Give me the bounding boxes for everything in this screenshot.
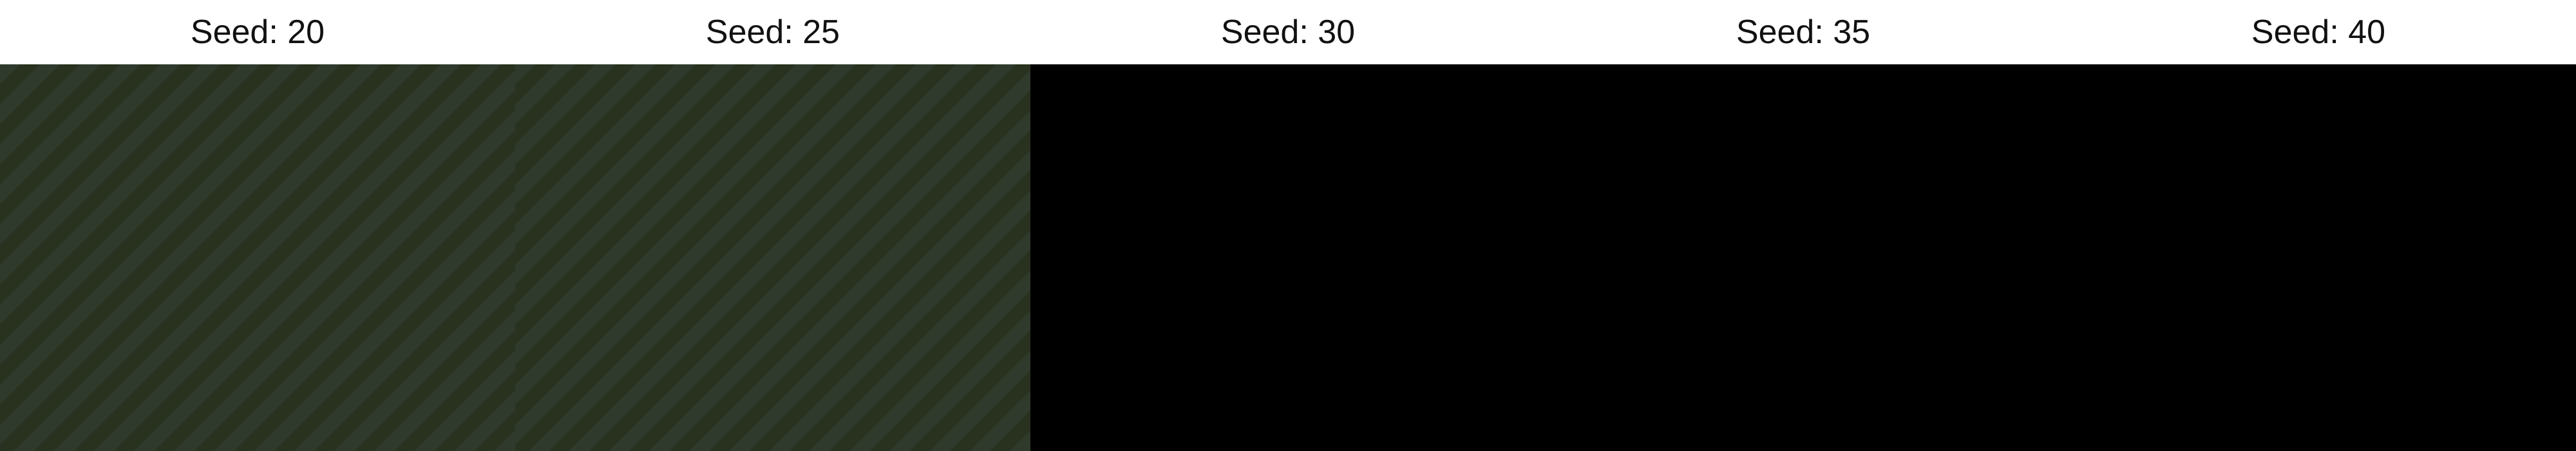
generated-image-black (2061, 64, 2576, 451)
seed-label: Seed: 35 (1546, 0, 2061, 64)
panel-seed-40: Seed: 40 (2061, 0, 2576, 451)
generated-image-black (1546, 64, 2061, 451)
panel-seed-20: Seed: 20 (0, 0, 515, 451)
generated-image-black (1030, 64, 1546, 451)
generated-image-placeholder (515, 64, 1030, 451)
panel-seed-30: Seed: 30 (1030, 0, 1546, 451)
panel-seed-25: Seed: 25 (515, 0, 1030, 451)
seed-label: Seed: 40 (2061, 0, 2576, 64)
seed-comparison-grid: Seed: 20 Seed: 25 Seed: 30 Seed: 35 Seed… (0, 0, 2576, 451)
seed-label: Seed: 20 (0, 0, 515, 64)
seed-label: Seed: 30 (1030, 0, 1546, 64)
panel-seed-35: Seed: 35 (1546, 0, 2061, 451)
generated-image-placeholder (0, 64, 515, 451)
seed-label: Seed: 25 (515, 0, 1030, 64)
